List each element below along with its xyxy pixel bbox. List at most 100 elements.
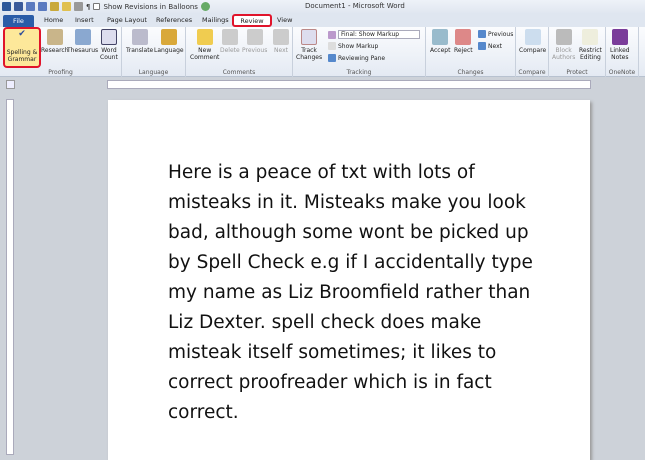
next-comment-button[interactable]: Next [273, 29, 289, 54]
reject-icon [455, 29, 472, 45]
tab-view[interactable]: View [277, 16, 292, 24]
display-value: Final: Show Markup [338, 30, 420, 39]
notes-label: Notes [611, 54, 629, 61]
tab-insert[interactable]: Insert [75, 16, 94, 24]
research-button[interactable]: Research [41, 29, 69, 54]
tab-home[interactable]: Home [44, 16, 63, 24]
group-label: Tracking [346, 69, 372, 76]
next-change-button[interactable]: Next [478, 42, 502, 50]
document-page[interactable]: Here is a peace of txt with lots of mist… [108, 100, 590, 460]
group-label: Comments [222, 69, 256, 76]
tab-file[interactable]: File [3, 15, 34, 27]
translate-label: Translate [126, 47, 154, 54]
research-label: Research [41, 47, 69, 54]
print-preview-icon[interactable] [74, 2, 83, 11]
ribbon: ✔ Spelling & Grammar Research Thesaurus W… [0, 27, 645, 77]
tab-page-layout[interactable]: Page Layout [107, 16, 147, 24]
word-label: Word [101, 47, 117, 54]
delete-comment-button[interactable]: Delete [220, 29, 240, 54]
document-text[interactable]: Here is a peace of txt with lots of mist… [168, 158, 538, 428]
group-tracking: Track Changes Final: Show Markup Show Mar… [293, 27, 426, 77]
block-authors-icon [555, 29, 572, 45]
tab-selector-button[interactable] [6, 80, 15, 89]
tab-references[interactable]: References [156, 16, 192, 24]
group-language: Translate Language Language [122, 27, 186, 77]
new-comment-icon [196, 29, 213, 45]
grammar-label: Grammar [7, 56, 37, 63]
group-changes: Accept Reject Previous Next Changes [426, 27, 516, 77]
block-authors-button[interactable]: Block Authors [552, 29, 575, 61]
vertical-ruler[interactable] [6, 99, 14, 455]
spelling-icon[interactable] [50, 2, 59, 11]
count-label: Count [100, 54, 118, 61]
group-label: Proofing [48, 69, 73, 76]
previous-change-label: Previous [488, 30, 514, 38]
editing-label: Editing [579, 54, 601, 61]
spelling-grammar-button[interactable]: ✔ Spelling & Grammar [3, 27, 41, 68]
pilcrow-icon[interactable]: ¶ [86, 3, 90, 11]
group-label: Changes [457, 69, 484, 76]
group-proofing: ✔ Spelling & Grammar Research Thesaurus W… [0, 27, 122, 77]
group-comments: New Comment Delete Previous Next Comments [186, 27, 293, 77]
show-markup-icon [328, 42, 336, 50]
group-compare: Compare Compare [516, 27, 549, 77]
block-label: Block [555, 47, 572, 54]
reviewing-pane-label: Reviewing Pane [338, 54, 386, 62]
tab-mailings[interactable]: Mailings [202, 16, 229, 24]
group-protect: Block Authors Restrict Editing Protect [549, 27, 606, 77]
refresh-icon[interactable] [200, 2, 210, 11]
horizontal-ruler[interactable] [107, 80, 591, 89]
accept-button[interactable]: Accept [430, 29, 450, 54]
group-label: OneNote [608, 69, 636, 76]
undo-icon[interactable] [26, 2, 35, 11]
compare-button[interactable]: Compare [519, 29, 546, 54]
spelling-check-icon: ✔ [18, 29, 26, 39]
quick-access-toolbar: ¶ Show Revisions in Balloons [2, 2, 210, 11]
linked-notes-button[interactable]: Linked Notes [610, 29, 630, 61]
translate-button[interactable]: Translate [126, 29, 153, 54]
thesaurus-icon [74, 29, 91, 45]
reject-button[interactable]: Reject [454, 29, 473, 54]
thesaurus-button[interactable]: Thesaurus [67, 29, 98, 54]
track-changes-icon [301, 29, 318, 45]
new-comment-button[interactable]: New Comment [190, 29, 219, 61]
reviewing-pane-dropdown[interactable]: Reviewing Pane [328, 54, 385, 62]
previous-label: Previous [242, 47, 268, 54]
redo-icon[interactable] [38, 2, 47, 11]
show-revisions-checkbox[interactable] [93, 3, 101, 10]
language-button[interactable]: Language [154, 29, 184, 54]
next-icon [273, 29, 289, 45]
tab-review[interactable]: Review [232, 14, 272, 27]
accept-label: Accept [430, 47, 451, 54]
delete-icon [221, 29, 238, 45]
group-label: Protect [566, 69, 588, 76]
word-count-icon [100, 29, 117, 45]
show-markup-dropdown[interactable]: Show Markup [328, 42, 378, 50]
reviewing-pane-icon [328, 54, 336, 62]
format-icon[interactable] [62, 2, 71, 11]
language-label: Language [154, 47, 184, 54]
ribbon-tabs: File Home Insert Page Layout References … [0, 14, 645, 27]
translate-icon [131, 29, 148, 45]
linked-label: Linked [610, 47, 630, 54]
group-label: Language [138, 69, 169, 76]
track-changes-button[interactable]: Track Changes [296, 29, 322, 61]
reject-label: Reject [454, 47, 473, 54]
word-logo-icon [2, 2, 11, 11]
restrict-label: Restrict [579, 47, 602, 54]
group-onenote: Linked Notes OneNote [606, 27, 639, 77]
next-change-icon [478, 42, 486, 50]
onenote-icon [611, 29, 628, 45]
save-icon[interactable] [14, 2, 23, 11]
previous-change-button[interactable]: Previous [478, 30, 513, 38]
compare-icon [524, 29, 541, 45]
accept-icon [432, 29, 449, 45]
compare-label: Compare [519, 47, 547, 54]
show-markup-label: Show Markup [338, 42, 379, 50]
previous-comment-button[interactable]: Previous [242, 29, 267, 54]
authors-label: Authors [552, 54, 576, 61]
display-for-review-dropdown[interactable]: Final: Show Markup [328, 30, 420, 39]
word-count-button[interactable]: Word Count [100, 29, 118, 61]
group-label: Compare [518, 69, 546, 76]
restrict-editing-button[interactable]: Restrict Editing [579, 29, 602, 61]
